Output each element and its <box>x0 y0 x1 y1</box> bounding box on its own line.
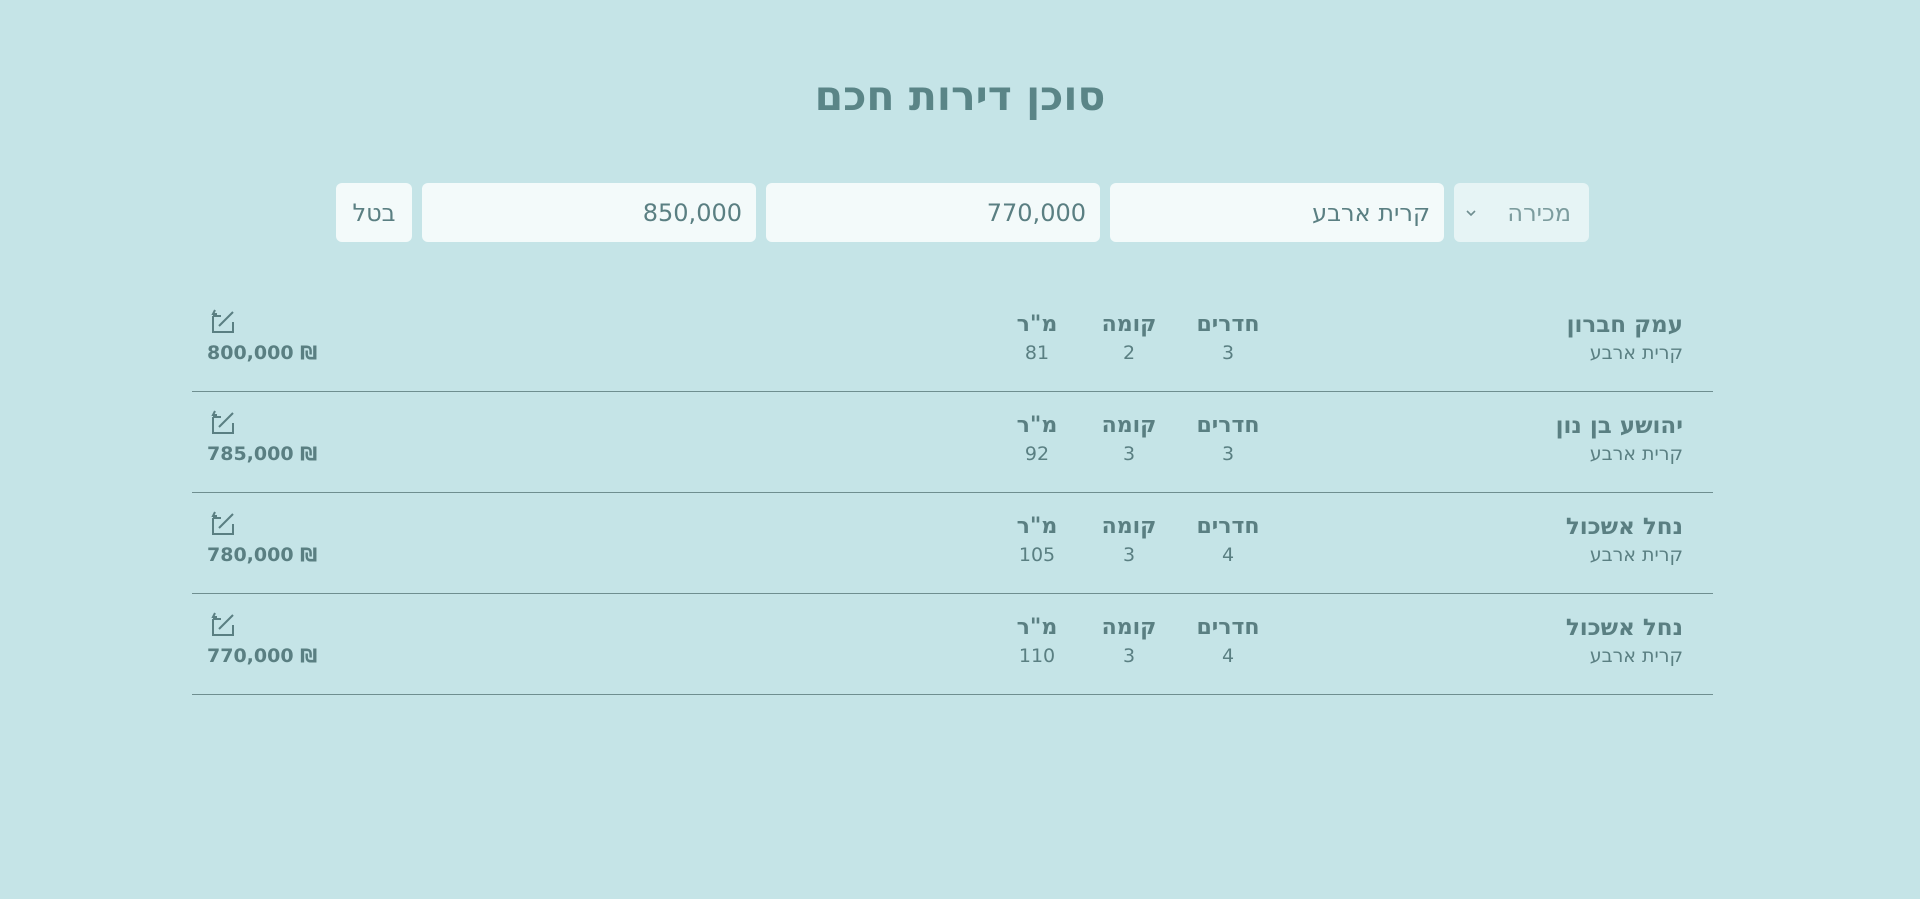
city-input[interactable]: קרית ארבע <box>1110 183 1444 242</box>
page-title: סוכן דירות חכם <box>814 72 1106 120</box>
listing-row[interactable]: עמק חברון קרית ארבע חדרים 3 קומה 2 מ"ר 8… <box>192 291 1713 392</box>
listings-list: עמק חברון קרית ארבע חדרים 3 קומה 2 מ"ר 8… <box>192 291 1713 695</box>
listing-price-area: 800,000 ₪ <box>207 306 317 364</box>
listing-sqm: מ"ר 110 <box>992 613 1082 669</box>
listing-sqm: מ"ר 105 <box>992 512 1082 568</box>
listing-street: יהושע בן נון <box>1555 413 1683 439</box>
listing-row[interactable]: נחל אשכול קרית ארבע חדרים 4 קומה 3 מ"ר 1… <box>192 493 1713 594</box>
sqm-value: 92 <box>1024 443 1050 465</box>
listing-price: 800,000 ₪ <box>207 342 318 364</box>
listing-floor: קומה 2 <box>1084 310 1174 366</box>
listing-sqm: מ"ר 81 <box>992 310 1082 366</box>
rooms-value: 3 <box>1221 443 1235 465</box>
sqm-label: מ"ר <box>1016 312 1058 337</box>
listing-rooms: חדרים 4 <box>1183 613 1273 669</box>
search-bar: מכירה קרית ארבע 770,000 850,000 בטל <box>331 183 1589 242</box>
rooms-value: 4 <box>1221 544 1235 566</box>
listing-location: נחל אשכול קרית ארבע <box>1566 512 1683 568</box>
edit-icon[interactable] <box>209 306 239 336</box>
listing-street: עמק חברון <box>1566 312 1683 338</box>
floor-value: 3 <box>1122 645 1136 667</box>
floor-label: קומה <box>1101 413 1157 438</box>
listing-city: קרית ארבע <box>1589 342 1683 364</box>
listing-street: נחל אשכול <box>1565 615 1683 641</box>
rooms-label: חדרים <box>1196 615 1260 640</box>
cancel-button[interactable]: בטל <box>336 183 412 242</box>
min-price-value: 770,000 <box>986 198 1086 227</box>
listing-price: 780,000 ₪ <box>207 544 318 566</box>
rooms-label: חדרים <box>1196 514 1260 539</box>
rooms-value: 4 <box>1221 645 1235 667</box>
edit-icon[interactable] <box>209 508 239 538</box>
floor-label: קומה <box>1101 615 1157 640</box>
max-price-value: 850,000 <box>642 198 742 227</box>
sqm-label: מ"ר <box>1016 514 1058 539</box>
listing-price-area: 780,000 ₪ <box>207 508 317 566</box>
floor-label: קומה <box>1101 312 1157 337</box>
chevron-down-icon <box>1466 209 1476 216</box>
listing-location: עמק חברון קרית ארבע <box>1567 310 1683 366</box>
listing-city: קרית ארבע <box>1589 544 1683 566</box>
max-price-input[interactable]: 850,000 <box>422 183 756 242</box>
floor-label: קומה <box>1101 514 1157 539</box>
listing-price: 770,000 ₪ <box>207 645 318 667</box>
listing-floor: קומה 3 <box>1084 411 1174 467</box>
city-input-value: קרית ארבע <box>1312 198 1430 227</box>
sqm-label: מ"ר <box>1016 413 1058 438</box>
floor-value: 3 <box>1122 443 1136 465</box>
listing-floor: קומה 3 <box>1084 512 1174 568</box>
min-price-input[interactable]: 770,000 <box>766 183 1100 242</box>
sqm-label: מ"ר <box>1016 615 1058 640</box>
listing-price: 785,000 ₪ <box>207 443 318 465</box>
rooms-label: חדרים <box>1196 413 1260 438</box>
listing-rooms: חדרים 3 <box>1183 411 1273 467</box>
listing-price-area: 785,000 ₪ <box>207 407 317 465</box>
floor-value: 3 <box>1122 544 1136 566</box>
listing-location: נחל אשכול קרית ארבע <box>1566 613 1683 669</box>
listing-price-area: 770,000 ₪ <box>207 609 317 667</box>
sqm-value: 105 <box>1018 544 1056 566</box>
listing-row[interactable]: יהושע בן נון קרית ארבע חדרים 3 קומה 3 מ"… <box>192 392 1713 493</box>
deal-type-value: מכירה <box>1507 198 1571 227</box>
listing-city: קרית ארבע <box>1589 645 1683 667</box>
edit-icon[interactable] <box>209 609 239 639</box>
listing-sqm: מ"ר 92 <box>992 411 1082 467</box>
listing-floor: קומה 3 <box>1084 613 1174 669</box>
listing-row[interactable]: נחל אשכול קרית ארבע חדרים 4 קומה 3 מ"ר 1… <box>192 594 1713 695</box>
listing-street: נחל אשכול <box>1565 514 1683 540</box>
rooms-value: 3 <box>1221 342 1235 364</box>
listing-city: קרית ארבע <box>1589 443 1683 465</box>
sqm-value: 81 <box>1024 342 1050 364</box>
listing-location: יהושע בן נון קרית ארבע <box>1556 411 1683 467</box>
sqm-value: 110 <box>1018 645 1056 667</box>
listing-rooms: חדרים 3 <box>1183 310 1273 366</box>
edit-icon[interactable] <box>209 407 239 437</box>
deal-type-select[interactable]: מכירה <box>1454 183 1589 242</box>
rooms-label: חדרים <box>1196 312 1260 337</box>
listing-rooms: חדרים 4 <box>1183 512 1273 568</box>
floor-value: 2 <box>1122 342 1136 364</box>
